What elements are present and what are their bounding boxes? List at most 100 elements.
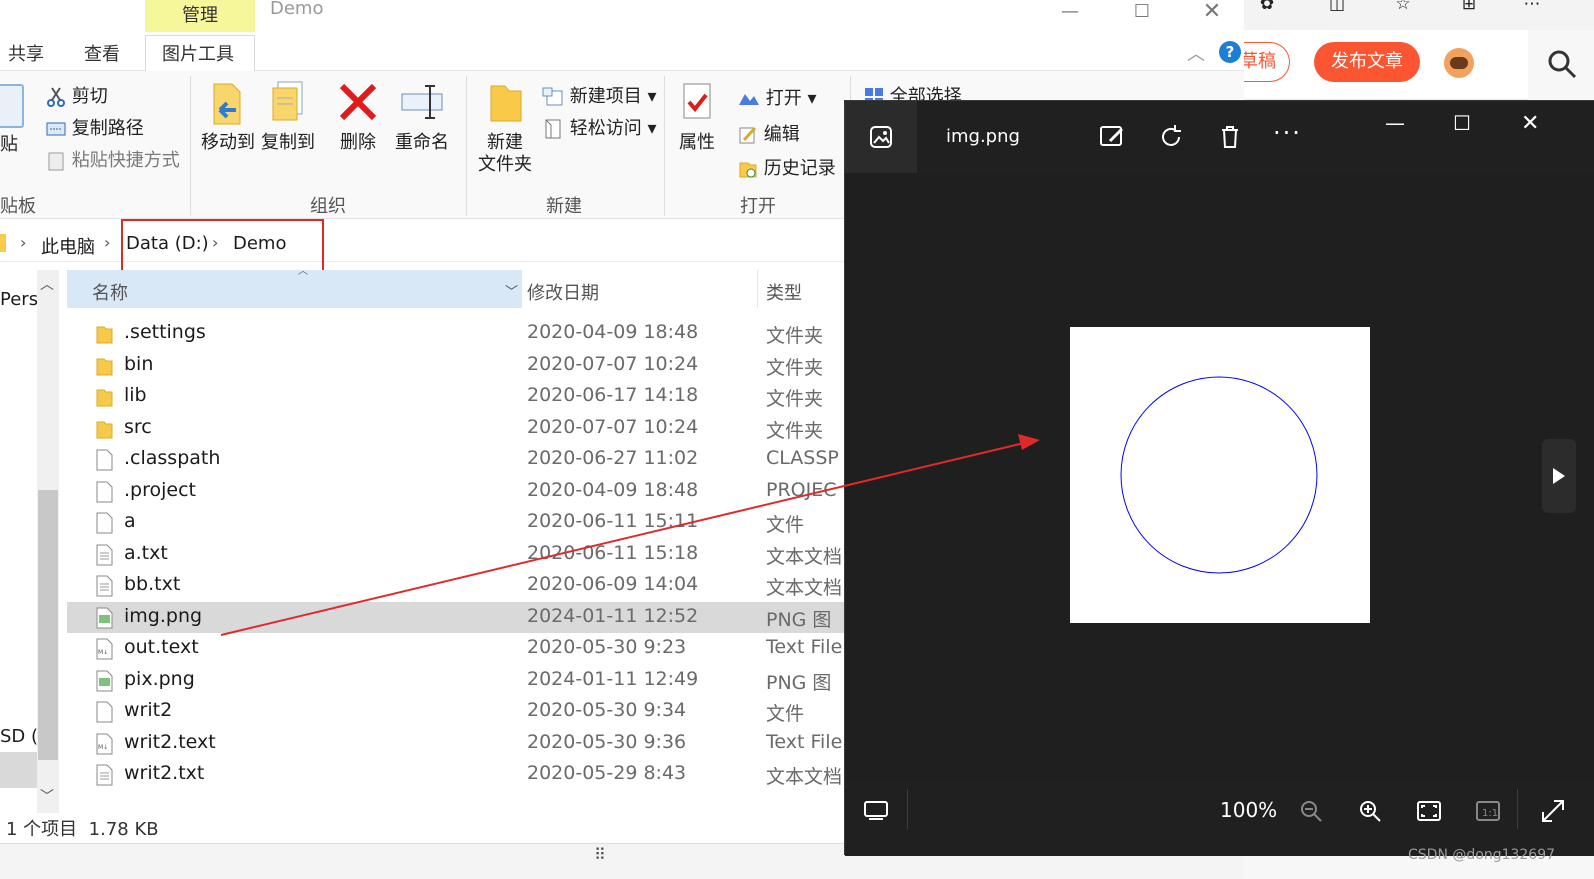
file-row[interactable]: bb.txt 2020-06-09 14:04 文本文档 [67,570,847,601]
file-row[interactable]: a 2020-06-11 15:11 文件 [67,507,847,538]
favorites-icon[interactable]: ☆ [1390,0,1416,16]
collections-icon[interactable]: ⊞ [1456,0,1482,16]
maximize-icon[interactable]: ☐ [1453,111,1471,135]
file-type: Text File [766,730,843,753]
file-row[interactable]: M↓ writ2.text 2020-05-30 9:36 Text File [67,728,847,759]
drag-handle-icon[interactable]: ⠿ [594,845,606,864]
file-row[interactable]: lib 2020-06-17 14:18 文件夹 [67,381,847,412]
history-button[interactable]: 历史记录 [738,154,836,180]
maximize-icon[interactable]: ☐ [1110,0,1174,30]
easy-access-button[interactable]: 轻松访问 ▾ [542,114,657,140]
move-to-button[interactable]: 移动到 [200,80,256,154]
column-header-name[interactable] [67,270,521,308]
file-name[interactable]: out.text [124,636,199,658]
properties-button[interactable]: 属性 [672,80,722,154]
rotate-icon[interactable] [1157,123,1185,151]
actual-size-icon[interactable]: 1:1 [1475,799,1501,823]
extensions-icon[interactable]: ✿ [1254,0,1280,16]
more-menu-icon[interactable]: ⋯ [1519,0,1545,16]
copy-to-button[interactable]: 复制到 [260,80,316,154]
file-name[interactable]: writ2.text [124,731,216,753]
minimize-icon[interactable]: — [1038,0,1102,30]
file-name[interactable]: bin [124,353,153,375]
cut-button[interactable]: 剪切 [46,82,108,108]
file-name[interactable]: a [124,510,136,532]
nav-item-ssd[interactable]: SD ( [0,726,37,747]
tab-share[interactable]: 共享 [8,40,44,66]
chevron-down-icon[interactable]: ﹀ [505,281,518,300]
new-item-button[interactable]: 新建项目 ▾ [542,82,657,108]
column-header-date[interactable]: 修改日期 [527,279,599,305]
file-name[interactable]: src [124,416,152,438]
file-name[interactable]: img.png [124,605,202,627]
file-name[interactable]: writ2 [124,699,172,721]
folder-icon [96,355,113,377]
folder-icon [96,323,113,345]
file-name[interactable]: .project [124,479,196,501]
file-name[interactable]: .settings [124,321,206,343]
collapse-ribbon-icon[interactable]: ︿ [1187,40,1205,66]
properties-label: 属性 [679,132,715,153]
nav-scrollbar-thumb[interactable] [38,490,58,760]
file-row[interactable]: .classpath 2020-06-27 11:02 CLASSP [67,444,847,475]
file-row[interactable]: M↓ out.text 2020-05-30 9:23 Text File [67,633,847,664]
tab-manage-context[interactable]: 管理 [145,0,255,32]
split-screen-icon[interactable]: ◫ [1324,0,1350,16]
help-icon[interactable]: ? [1219,41,1241,63]
rename-button[interactable]: 重命名 [392,80,452,154]
nav-selected-item[interactable] [0,752,37,788]
new-folder-button[interactable]: 新建 文件夹 [474,80,536,176]
file-row[interactable]: writ2.txt 2020-05-29 8:43 文本文档 [67,759,847,790]
file-row[interactable]: bin 2020-07-07 10:24 文件夹 [67,350,847,381]
edit-button[interactable]: 编辑 [738,120,800,146]
file-row[interactable]: .settings 2020-04-09 18:48 文件夹 [67,318,847,349]
file-name[interactable]: writ2.txt [124,762,204,784]
file-row[interactable]: pix.png 2024-01-11 12:49 PNG 图 [67,665,847,696]
zoom-out-icon[interactable] [1299,799,1323,823]
text-file-icon [96,575,113,597]
chevron-right-icon[interactable]: › [104,233,110,252]
column-divider[interactable] [521,270,522,308]
open-button[interactable]: 打开 ▾ [738,84,817,110]
scroll-down-icon[interactable]: ﹀ [40,786,54,806]
edit-image-icon[interactable] [1098,123,1126,151]
tab-view[interactable]: 查看 [84,40,120,66]
file-row[interactable]: img.png 2024-01-11 12:52 PNG 图 [67,601,847,633]
nav-item-personal[interactable]: Persc [0,289,37,310]
file-row[interactable]: a.txt 2020-06-11 15:18 文本文档 [67,539,847,570]
copy-path-button[interactable]: 复制路径 [46,114,144,140]
delete-button[interactable]: 删除 [336,80,380,154]
column-header-type[interactable]: 类型 [766,279,802,305]
viewer-app-icon-box[interactable] [845,101,917,173]
file-row[interactable]: src 2020-07-07 10:24 文件夹 [67,413,847,444]
tab-picture-tools[interactable]: 图片工具 [162,40,234,66]
avatar[interactable] [1444,48,1474,78]
minimize-icon[interactable]: — [1385,111,1405,135]
paste-shortcut-button[interactable]: 粘贴快捷方式 [46,146,180,172]
more-options-icon[interactable]: ··· [1273,119,1302,147]
chevron-right-icon[interactable]: › [20,233,26,252]
file-name[interactable]: pix.png [124,668,195,690]
fit-to-window-icon[interactable] [1416,799,1442,823]
file-row[interactable]: .project 2020-04-09 18:48 PROJEC [67,476,847,507]
scroll-up-icon[interactable]: ︿ [40,274,54,294]
file-row[interactable]: writ2 2020-05-30 9:34 文件 [67,696,847,727]
publish-article-button[interactable]: 发布文章 [1314,42,1420,82]
paste-icon[interactable] [0,84,24,128]
breadcrumb-this-pc[interactable]: 此电脑 [41,233,95,259]
delete-trash-icon[interactable] [1216,123,1244,151]
search-icon[interactable] [1544,46,1580,82]
file-name[interactable]: a.txt [124,542,168,564]
full-screen-icon[interactable] [1539,797,1567,825]
zoom-in-icon[interactable] [1358,799,1382,823]
close-icon[interactable]: ✕ [1521,111,1539,136]
file-name[interactable]: .classpath [124,447,220,469]
file-name[interactable]: bb.txt [124,573,180,595]
file-name[interactable]: lib [124,384,147,406]
copy-to-icon [272,81,303,121]
paste-button-label[interactable]: 贴 [0,134,18,156]
column-divider[interactable] [757,270,758,308]
next-image-button[interactable] [1542,439,1576,513]
filmstrip-icon[interactable] [863,799,889,821]
close-icon[interactable]: ✕ [1180,0,1244,30]
